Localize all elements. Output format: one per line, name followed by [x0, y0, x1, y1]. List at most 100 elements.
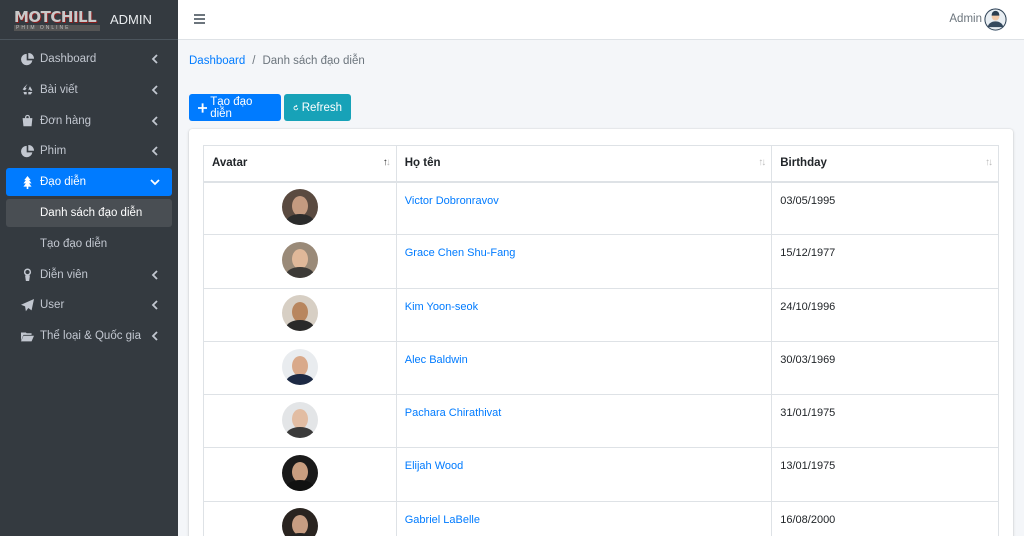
chevron-down-icon: [150, 176, 162, 188]
sidebar-item-dashboard[interactable]: Dashboard: [6, 45, 172, 73]
topbar: Admin: [178, 0, 1024, 40]
sort-icon: ↑↓: [985, 157, 993, 168]
avatar-cell: [203, 287, 397, 342]
name-cell: Elijah Wood: [395, 447, 773, 502]
birthday-cell: 30/03/1969: [771, 340, 999, 396]
birthday-cell: 03/05/1995: [771, 180, 999, 236]
column-header-birthday[interactable]: Birthday ↑↓: [771, 145, 999, 183]
brand-title: ADMIN: [110, 12, 152, 27]
folder-open-icon: [20, 329, 34, 343]
tree-icon: [20, 175, 34, 189]
sidebar-item-orders[interactable]: Đơn hàng: [6, 107, 172, 135]
sidebar-item-posts[interactable]: Bài viết: [6, 76, 172, 104]
sort-icon: ↑↓: [758, 157, 766, 168]
sidebar-subitem-create-director[interactable]: Tạo đạo diễn: [6, 230, 172, 258]
director-name-link[interactable]: Kim Yoon-seok: [405, 301, 478, 313]
brand[interactable]: MOTCHILL PHIM ONLINE ADMIN: [0, 0, 178, 40]
sidebar-item-user[interactable]: User: [6, 291, 172, 319]
create-director-button[interactable]: Tạo đạo diễn: [189, 94, 281, 121]
column-header-name[interactable]: Họ tên ↑↓: [395, 145, 773, 183]
sidebar: MOTCHILL PHIM ONLINE ADMIN Dashboard Bài…: [0, 0, 178, 536]
avatar: [281, 188, 318, 225]
breadcrumb: Dashboard / Danh sách đạo diễn: [189, 55, 365, 67]
column-header-label: Họ tên: [404, 157, 441, 170]
logo-subtext: PHIM ONLINE: [14, 24, 100, 31]
pie-chart-icon: [20, 52, 34, 66]
avatar: [281, 508, 318, 536]
brand-logo: MOTCHILL PHIM ONLINE: [14, 7, 102, 33]
refresh-button[interactable]: Refresh: [284, 94, 351, 121]
breadcrumb-current: Danh sách đạo diễn: [262, 55, 365, 67]
birthday-cell: 31/01/1975: [771, 394, 999, 449]
chevron-left-icon: [150, 53, 162, 65]
name-cell: Victor Dobronravov: [395, 180, 773, 236]
sidebar-item-movies[interactable]: Phim: [6, 137, 172, 165]
sidebar-subitem-director-list[interactable]: Danh sách đạo diễn: [6, 198, 172, 227]
name-cell: Alec Baldwin: [395, 340, 773, 396]
recycle-icon: [20, 83, 34, 97]
table-row: Alec Baldwin 30/03/1969: [203, 340, 999, 396]
table-row: Grace Chen Shu-Fang 15/12/1977: [203, 234, 999, 289]
chevron-left-icon: [150, 145, 162, 157]
director-name-link[interactable]: Pachara Chirathivat: [405, 407, 502, 419]
director-name-link[interactable]: Grace Chen Shu-Fang: [405, 247, 516, 259]
user-name[interactable]: Admin: [949, 13, 982, 25]
avatar-cell: [203, 180, 397, 236]
name-cell: Pachara Chirathivat: [395, 394, 773, 449]
table-row: Victor Dobronravov 03/05/1995: [203, 180, 999, 236]
director-name-link[interactable]: Elijah Wood: [405, 460, 464, 472]
avatar-cell: [203, 340, 397, 396]
avatar: [281, 401, 318, 438]
avatar: [281, 241, 318, 278]
chevron-left-icon: [150, 330, 162, 342]
table-row: Kim Yoon-seok 24/10/1996: [203, 287, 999, 342]
birthday-cell: 15/12/1977: [771, 234, 999, 289]
table-row: Elijah Wood 13/01/1975: [203, 447, 999, 502]
directors-card: Avatar ↑↓ Họ tên ↑↓ Birthday ↑↓ Victor Dobr…: [189, 129, 1013, 536]
user-icon: [20, 268, 34, 282]
menu-toggle-icon[interactable]: [194, 14, 205, 24]
directors-table: Avatar ↑↓ Họ tên ↑↓ Birthday ↑↓ Victor Dobr…: [203, 145, 999, 536]
chevron-left-icon: [150, 115, 162, 127]
avatar: [281, 455, 318, 492]
avatar-cell: [203, 394, 397, 449]
column-header-label: Avatar: [212, 157, 248, 170]
create-director-label: Tạo đạo diễn: [210, 95, 253, 120]
chevron-left-icon: [150, 269, 162, 281]
director-name-link[interactable]: Alec Baldwin: [405, 354, 468, 366]
shopping-bag-icon: [20, 114, 34, 128]
chevron-left-icon: [150, 84, 162, 96]
pie-chart-icon: [20, 144, 34, 158]
table-row: Gabriel LaBelle 16/08/2000: [203, 500, 999, 536]
column-header-label: Birthday: [780, 157, 827, 170]
refresh-label: Refresh: [301, 101, 342, 114]
refresh-icon: [293, 104, 299, 110]
sidebar-item-directors[interactable]: Đạo diễn: [6, 168, 172, 197]
avatar-cell: [203, 500, 397, 536]
logo-text: MOTCHILL: [14, 7, 97, 26]
user-avatar[interactable]: [984, 8, 1007, 31]
table-row: Pachara Chirathivat 31/01/1975: [203, 394, 999, 449]
birthday-cell: 24/10/1996: [771, 287, 999, 342]
sidebar-item-genres-countries[interactable]: Thể loại & Quốc gia: [6, 322, 172, 350]
paper-plane-icon: [20, 298, 34, 312]
name-cell: Grace Chen Shu-Fang: [395, 234, 773, 289]
director-name-link[interactable]: Gabriel LaBelle: [405, 514, 480, 526]
avatar-cell: [203, 447, 397, 502]
breadcrumb-separator: /: [252, 55, 256, 67]
sort-icon: ↑↓: [382, 157, 391, 168]
chevron-left-icon: [150, 299, 162, 311]
name-cell: Kim Yoon-seok: [395, 287, 773, 342]
breadcrumb-home-link[interactable]: Dashboard: [189, 55, 245, 67]
avatar: [281, 348, 318, 385]
plus-icon: [198, 102, 208, 113]
avatar-cell: [203, 234, 397, 289]
birthday-cell: 13/01/1975: [771, 447, 999, 502]
birthday-cell: 16/08/2000: [771, 500, 999, 536]
column-header-avatar[interactable]: Avatar ↑↓: [203, 145, 397, 183]
name-cell: Gabriel LaBelle: [395, 500, 773, 536]
avatar: [281, 295, 318, 332]
sidebar-nav: Dashboard Bài viết Đơn hàng Phim Đạo diễ…: [0, 40, 178, 358]
director-name-link[interactable]: Victor Dobronravov: [405, 195, 499, 207]
sidebar-item-actors[interactable]: Diễn viên: [6, 261, 172, 289]
